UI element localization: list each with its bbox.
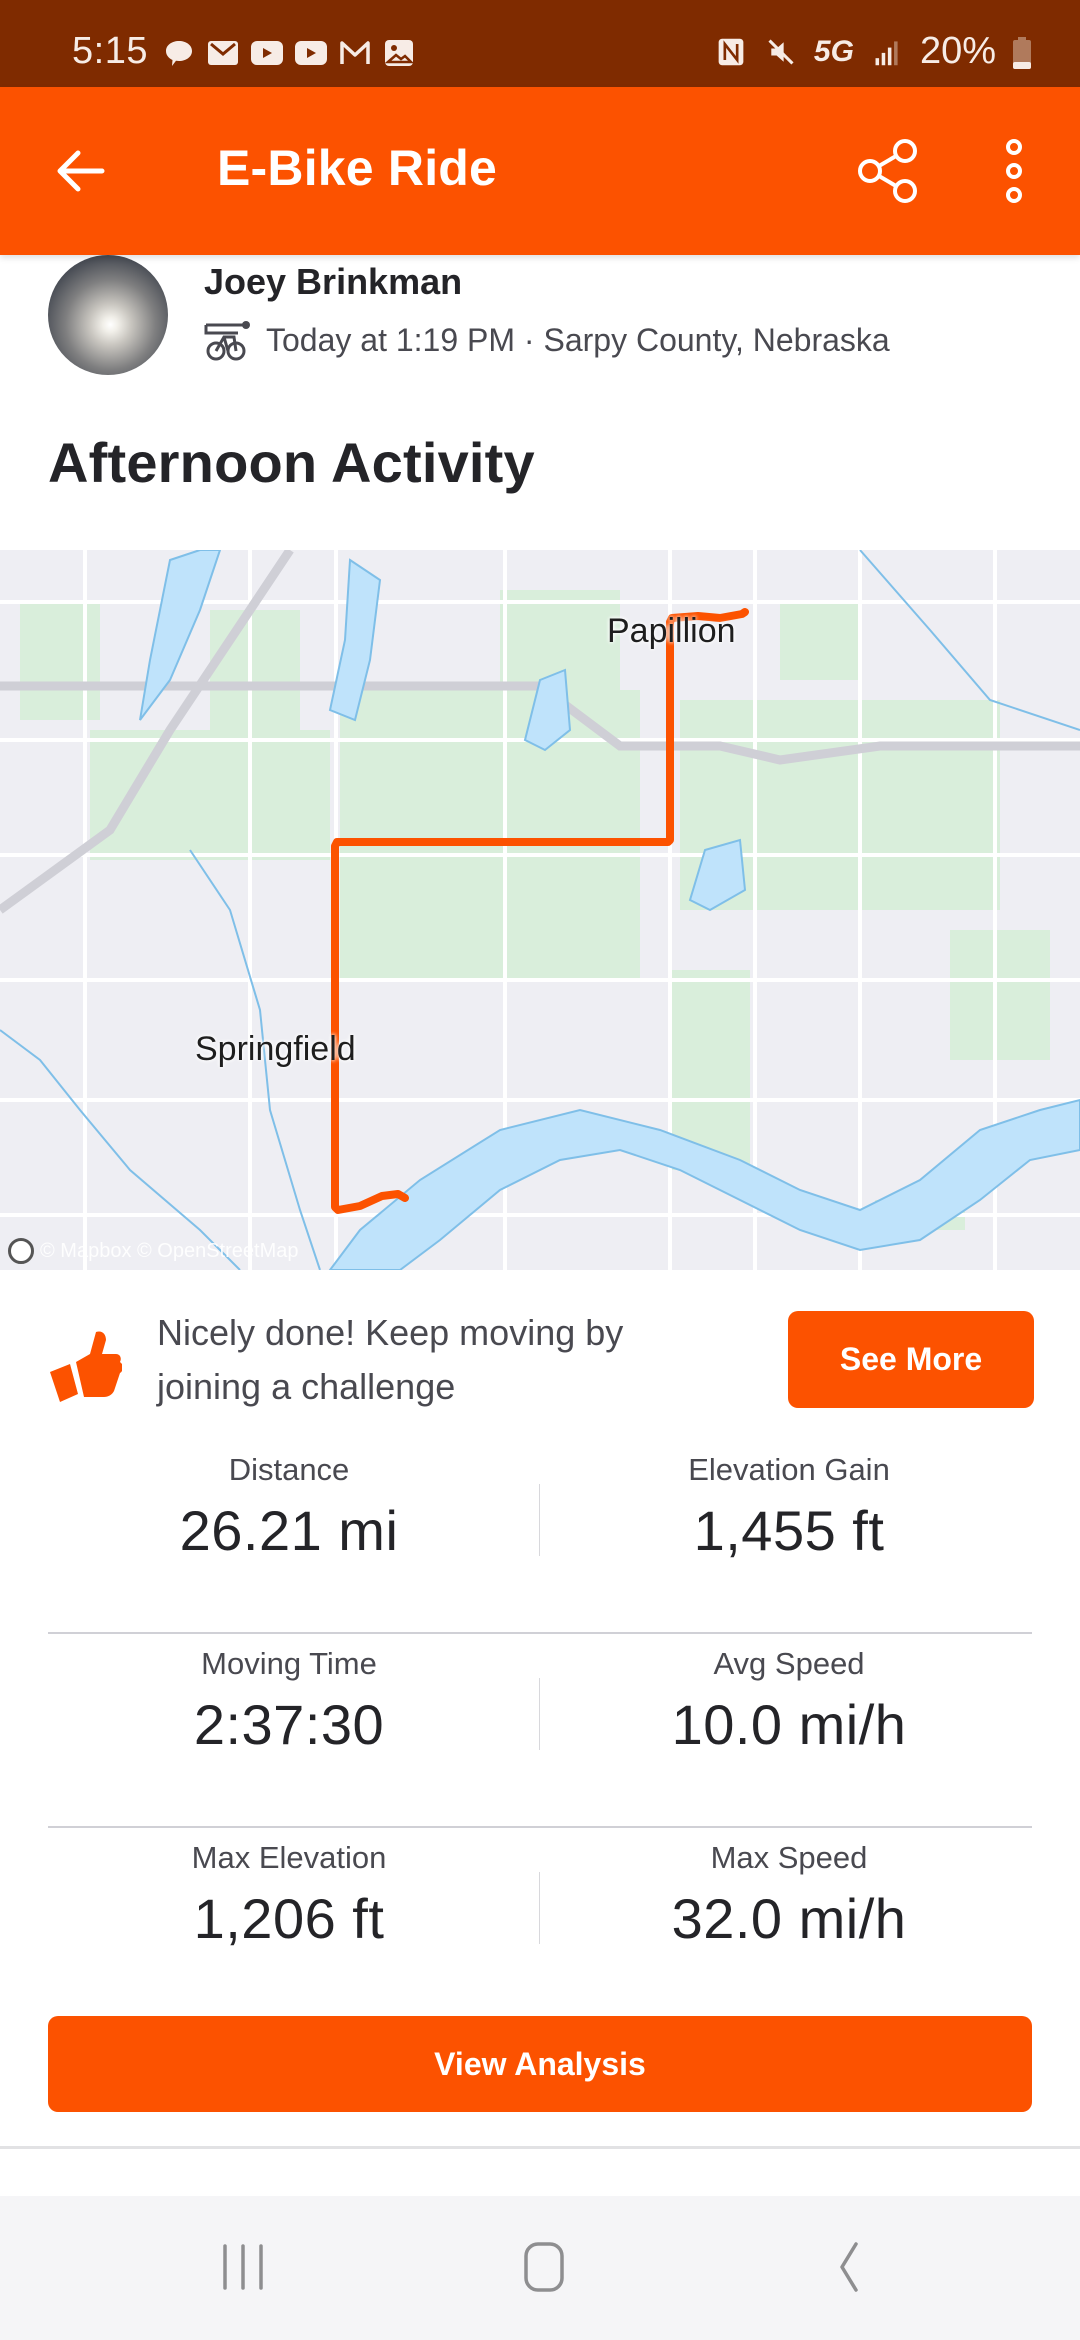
stat-moving-time: Moving Time 2:37:30 — [47, 1634, 531, 1757]
nav-back-icon[interactable] — [806, 2238, 886, 2298]
map-attribution[interactable]: © Mapbox © OpenStreetMap — [8, 1238, 299, 1264]
stats-row: Distance 26.21 mi Elevation Gain 1,455 f… — [48, 1440, 1032, 1634]
avatar[interactable] — [48, 255, 168, 375]
stat-value: 2:37:30 — [193, 1693, 385, 1756]
stat-elevation-gain: Elevation Gain 1,455 ft — [546, 1440, 1032, 1563]
youtube-icon — [294, 38, 328, 68]
system-status: 5G 20% — [714, 30, 1032, 73]
challenge-text: Nicely done! Keep moving by joining a ch… — [157, 1312, 624, 1407]
mapbox-logo-icon[interactable] — [8, 1238, 34, 1264]
stat-value: 32.0 mi/h — [671, 1887, 907, 1950]
stat-label: Max Elevation — [191, 1840, 387, 1875]
stat-value: 10.0 mi/h — [671, 1693, 907, 1756]
gmail-outline-icon — [338, 38, 372, 68]
notification-icons — [162, 38, 416, 68]
status-bar: 5:15 5G 20% — [0, 0, 1080, 87]
stat-value: 1,206 ft — [193, 1887, 385, 1950]
activity-date-location: Today at 1:19 PM · Sarpy County, Nebrask… — [266, 321, 890, 358]
stats-grid: Distance 26.21 mi Elevation Gain 1,455 f… — [48, 1440, 1032, 2022]
battery-percent: 20% — [919, 30, 996, 72]
5g-icon: 5G — [813, 34, 854, 68]
stat-label: Avg Speed — [713, 1646, 865, 1681]
home-icon[interactable] — [504, 2238, 584, 2298]
status-time: 5:15 — [72, 30, 148, 72]
stat-avg-speed: Avg Speed 10.0 mi/h — [546, 1634, 1032, 1757]
stats-row: Moving Time 2:37:30 Avg Speed 10.0 mi/h — [48, 1634, 1032, 1828]
messages-icon — [162, 38, 196, 68]
activity-title: Afternoon Activity — [48, 431, 535, 494]
gallery-icon — [382, 38, 416, 68]
stat-label: Distance — [228, 1452, 350, 1487]
system-nav-bar — [0, 2196, 1080, 2340]
signal-icon — [870, 37, 904, 67]
share-icon[interactable] — [850, 133, 926, 209]
ebike-icon — [204, 317, 252, 363]
route-map[interactable]: Papillion Springfield © Mapbox © OpenStr… — [0, 550, 1080, 1270]
view-analysis-button[interactable]: View Analysis — [48, 2016, 1032, 2112]
mute-icon — [764, 37, 798, 67]
athlete-header[interactable]: Joey Brinkman Today at 1:19 PM · Sarpy C… — [0, 255, 1080, 375]
recents-icon[interactable] — [203, 2238, 283, 2298]
youtube-icon — [250, 38, 284, 68]
app-bar: E-Bike Ride — [0, 87, 1080, 255]
stat-divider — [539, 1484, 540, 1556]
see-more-button[interactable]: See More — [788, 1311, 1034, 1408]
attribution-text[interactable]: © Mapbox © OpenStreetMap — [40, 1240, 299, 1263]
stats-row: Max Elevation 1,206 ft Max Speed 32.0 mi… — [48, 1828, 1032, 2022]
arrow-back-icon[interactable] — [52, 141, 112, 201]
more-vertical-icon[interactable] — [996, 133, 1032, 209]
section-divider — [0, 2146, 1080, 2149]
map-canvas — [0, 550, 1080, 1270]
stat-max-speed: Max Speed 32.0 mi/h — [546, 1828, 1032, 1951]
stat-distance: Distance 26.21 mi — [47, 1440, 531, 1563]
map-label-springfield: Springfield — [195, 1030, 356, 1068]
stat-divider — [539, 1872, 540, 1944]
thumbs-up-icon — [48, 1328, 123, 1404]
map-label-papillion: Papillion — [607, 612, 736, 650]
stat-label: Max Speed — [710, 1840, 868, 1875]
stat-label: Moving Time — [201, 1646, 377, 1681]
nfc-icon — [714, 37, 748, 67]
battery-icon — [1012, 36, 1032, 69]
stat-label: Elevation Gain — [688, 1452, 890, 1487]
gmail-icon — [206, 38, 240, 68]
stat-divider — [539, 1678, 540, 1750]
challenge-banner: Nicely done! Keep moving by joining a ch… — [0, 1270, 1080, 1440]
stat-value: 1,455 ft — [693, 1499, 885, 1562]
stat-max-elevation: Max Elevation 1,206 ft — [47, 1828, 531, 1951]
activity-meta: Today at 1:19 PM · Sarpy County, Nebrask… — [204, 317, 890, 363]
page-title: E-Bike Ride — [217, 140, 498, 196]
stat-value: 26.21 mi — [179, 1499, 399, 1562]
athlete-name[interactable]: Joey Brinkman — [204, 261, 462, 303]
